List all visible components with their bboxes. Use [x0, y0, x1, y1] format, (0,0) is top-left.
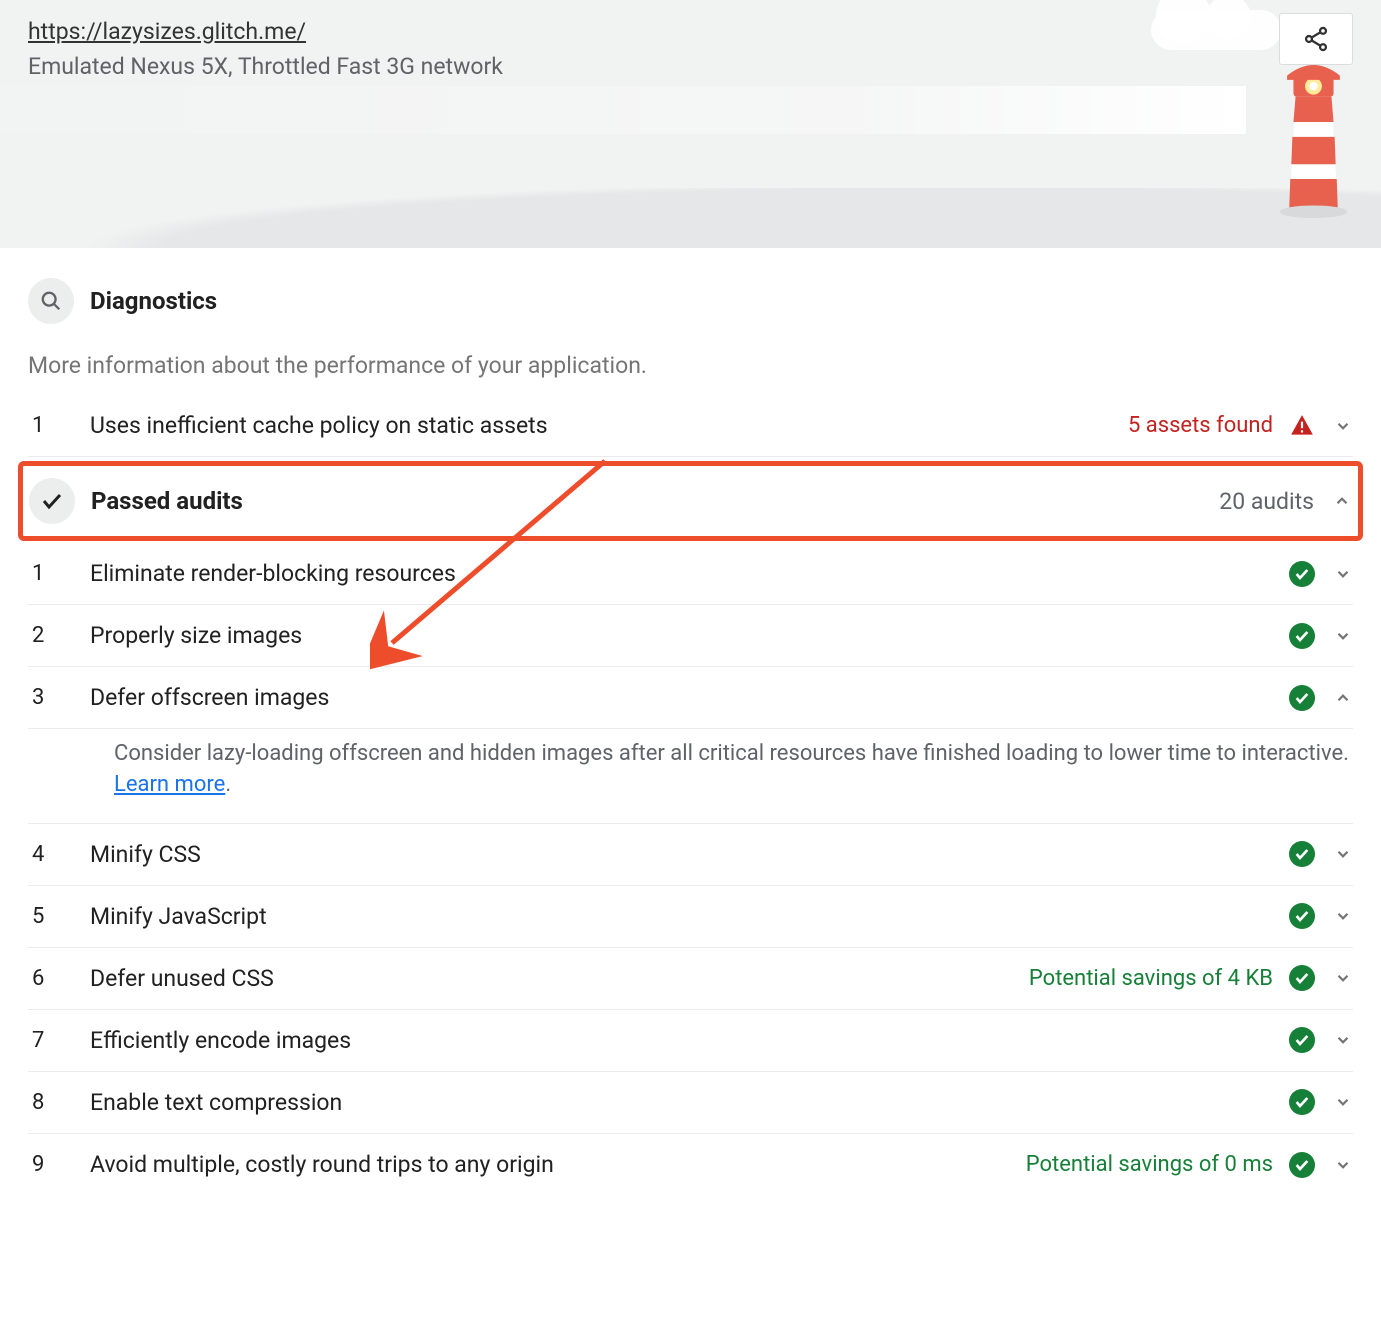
passed-audit-item[interactable]: 6Defer unused CSSPotential savings of 4 …: [28, 948, 1353, 1010]
chevron-down-icon: [1333, 627, 1353, 645]
item-label: Avoid multiple, costly round trips to an…: [90, 1151, 1026, 1178]
pass-icon: [1289, 841, 1315, 867]
chevron-down-icon: [1333, 565, 1353, 583]
chevron-up-icon: [1332, 492, 1352, 510]
warning-icon: [1289, 413, 1315, 439]
chevron-down-icon: [1333, 845, 1353, 863]
item-meta: Potential savings of 0 ms: [1026, 1152, 1273, 1177]
passed-audit-item[interactable]: 7Efficiently encode images: [28, 1010, 1353, 1072]
item-meta: Potential savings of 4 KB: [1029, 966, 1273, 991]
passed-audits-title: Passed audits: [91, 487, 1219, 515]
item-number: 5: [28, 904, 90, 929]
item-label: Enable text compression: [90, 1089, 1289, 1116]
ground-decoration: [0, 188, 1381, 248]
passed-audit-item[interactable]: 4Minify CSS: [28, 824, 1353, 886]
passed-audit-item[interactable]: 3Defer offscreen images: [28, 667, 1353, 729]
item-meta: 5 assets found: [1128, 413, 1273, 438]
audit-detail: Consider lazy-loading offscreen and hidd…: [28, 729, 1353, 824]
chevron-up-icon: [1333, 689, 1353, 707]
item-label: Minify CSS: [90, 841, 1289, 868]
chevron-down-icon: [1333, 417, 1353, 435]
item-label: Defer offscreen images: [90, 684, 1289, 711]
lighthouse-beam: [0, 86, 1246, 134]
report-url-link[interactable]: https://lazysizes.glitch.me/: [28, 18, 306, 45]
report-environment: Emulated Nexus 5X, Throttled Fast 3G net…: [28, 53, 1353, 80]
pass-icon: [1289, 903, 1315, 929]
passed-audit-item[interactable]: 5Minify JavaScript: [28, 886, 1353, 948]
lighthouse-logo: [1266, 60, 1361, 220]
learn-more-link[interactable]: Learn more: [114, 772, 225, 797]
passed-audit-item[interactable]: 9Avoid multiple, costly round trips to a…: [28, 1134, 1353, 1196]
item-label: Uses inefficient cache policy on static …: [90, 412, 1128, 439]
share-button[interactable]: [1279, 13, 1353, 65]
item-number: 6: [28, 966, 90, 991]
passed-audits-toggle[interactable]: Passed audits 20 audits: [18, 461, 1363, 541]
item-label: Minify JavaScript: [90, 903, 1289, 930]
item-number: 9: [28, 1152, 90, 1177]
item-number: 2: [28, 623, 90, 648]
pass-icon: [1289, 623, 1315, 649]
item-number: 4: [28, 842, 90, 867]
report-header: https://lazysizes.glitch.me/ Emulated Ne…: [0, 0, 1381, 248]
chevron-down-icon: [1333, 907, 1353, 925]
item-label: Defer unused CSS: [90, 965, 1029, 992]
chevron-down-icon: [1333, 1093, 1353, 1111]
item-number: 3: [28, 685, 90, 710]
share-icon: [1302, 25, 1330, 53]
diagnostic-item[interactable]: 1 Uses inefficient cache policy on stati…: [28, 395, 1353, 457]
pass-icon: [1289, 965, 1315, 991]
diagnostics-title: Diagnostics: [90, 287, 217, 315]
item-number: 1: [28, 561, 90, 586]
passed-audit-item[interactable]: 2Properly size images: [28, 605, 1353, 667]
chevron-down-icon: [1333, 1031, 1353, 1049]
chevron-down-icon: [1333, 969, 1353, 987]
pass-icon: [1289, 685, 1315, 711]
item-label: Properly size images: [90, 622, 1289, 649]
check-icon: [29, 478, 75, 524]
pass-icon: [1289, 561, 1315, 587]
item-number: 8: [28, 1090, 90, 1115]
pass-icon: [1289, 1027, 1315, 1053]
passed-audits-list: 1Eliminate render-blocking resources2Pro…: [28, 543, 1353, 1196]
passed-audit-item[interactable]: 1Eliminate render-blocking resources: [28, 543, 1353, 605]
passed-audit-item[interactable]: 8Enable text compression: [28, 1072, 1353, 1134]
diagnostics-section-header: Diagnostics: [28, 248, 1353, 330]
item-label: Eliminate render-blocking resources: [90, 560, 1289, 587]
item-number: 1: [28, 413, 90, 438]
diagnostics-description: More information about the performance o…: [28, 352, 1353, 379]
chevron-down-icon: [1333, 1156, 1353, 1174]
pass-icon: [1289, 1152, 1315, 1178]
search-icon: [28, 278, 74, 324]
pass-icon: [1289, 1089, 1315, 1115]
passed-audits-count: 20 audits: [1219, 488, 1314, 515]
item-label: Efficiently encode images: [90, 1027, 1289, 1054]
item-number: 7: [28, 1028, 90, 1053]
